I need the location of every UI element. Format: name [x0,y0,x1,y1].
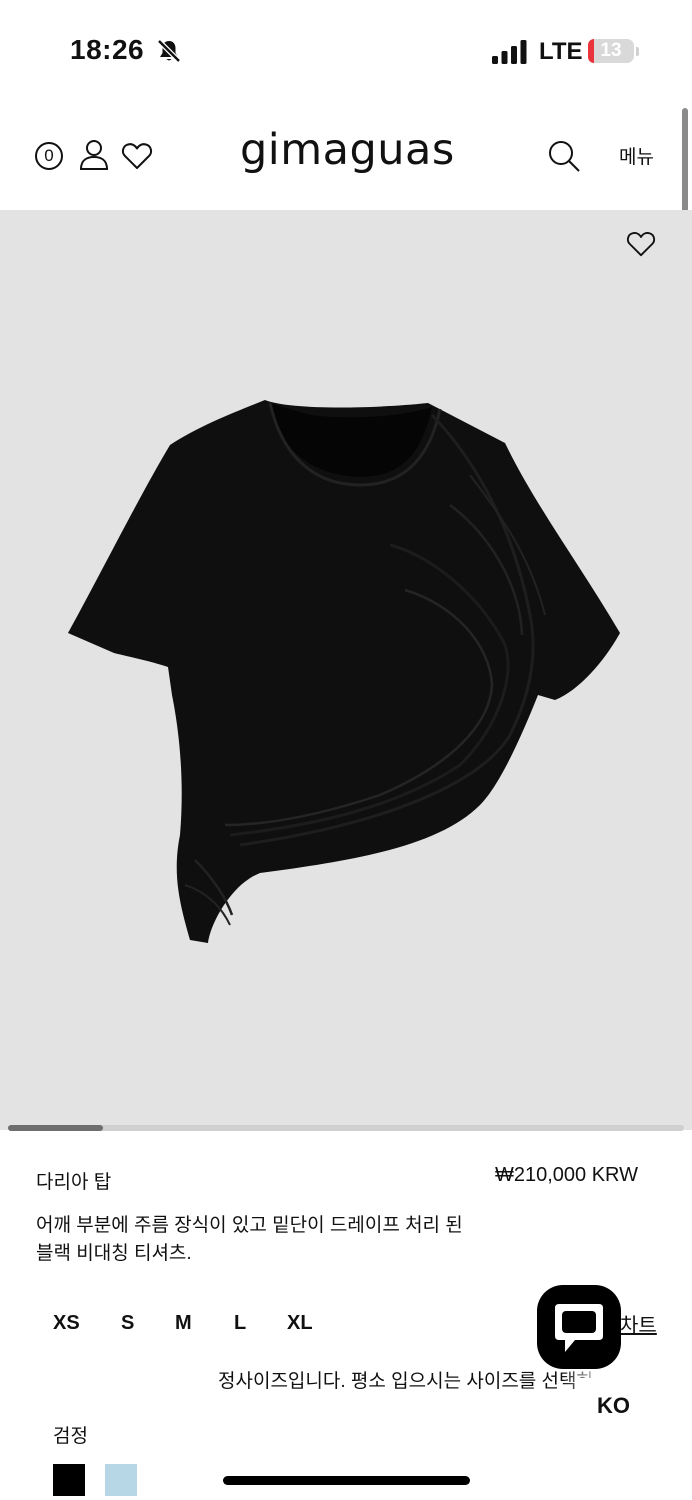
size-chart-link[interactable]: 차트 [620,1309,657,1338]
color-swatch-black[interactable] [53,1464,85,1496]
product-price: ₩210,000 KRW [494,1164,638,1186]
battery-percent: 13 [600,40,622,61]
product-description: 어깨 부분에 주름 장식이 있고 밑단이 드레이프 처리 된 블랙 비대칭 티셔… [36,1215,463,1264]
user-icon[interactable] [79,139,109,171]
network-label: LTE [539,38,583,65]
cart-count-icon[interactable]: 0 [35,142,63,170]
tshirt-image [68,400,620,943]
language-switch[interactable]: KO [575,1378,692,1434]
color-swatch-light-blue[interactable] [105,1464,137,1496]
status-bar: 18:26 LTE 13 [0,0,692,100]
brand-logo[interactable]: gimaguas [240,125,454,175]
gallery-progress-track[interactable] [8,1125,684,1131]
size-option-xl[interactable]: XL [287,1312,313,1335]
search-icon[interactable] [547,139,581,173]
battery-icon: 13 [588,39,634,63]
chat-bubble-icon[interactable] [553,1298,605,1356]
status-time: 18:26 [70,34,145,65]
size-option-l[interactable]: L [234,1312,246,1335]
product-name: 다리아 탑 [36,1172,112,1193]
color-label: 검정 [53,1426,88,1447]
signal-icon [492,40,527,64]
menu-button[interactable]: 메뉴 [619,142,654,169]
size-option-xs[interactable]: XS [53,1312,80,1335]
battery-cap [636,47,639,56]
gallery-progress-thumb[interactable] [8,1125,103,1131]
home-indicator [223,1476,470,1485]
fit-note: 정사이즈입니다. 평소 입으시는 사이즈를 선택하세요. [218,1371,598,1392]
size-option-m[interactable]: M [175,1312,192,1335]
size-option-s[interactable]: S [121,1312,134,1335]
heart-icon[interactable] [121,141,153,171]
wishlist-heart-icon[interactable] [626,230,656,258]
bell-slash-icon [157,39,181,63]
